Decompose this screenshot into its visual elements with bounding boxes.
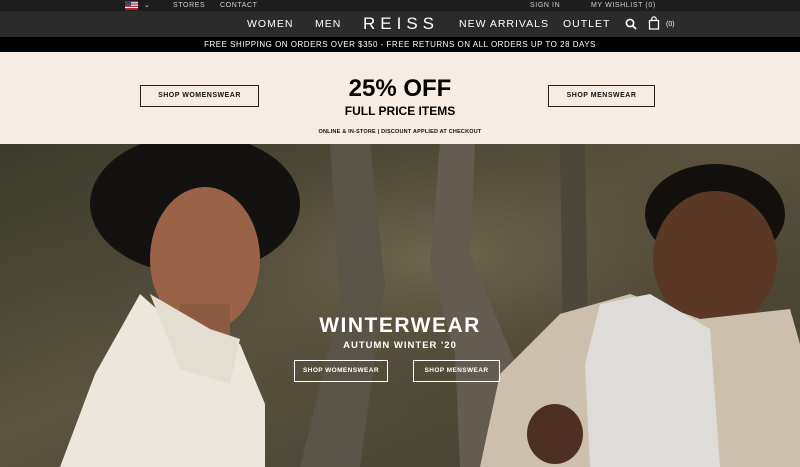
wishlist-link[interactable]: MY WISHLIST (0): [591, 1, 656, 10]
hero-shop-womenswear-button[interactable]: SHOP WOMENSWEAR: [294, 360, 388, 382]
reiss-logo[interactable]: REISS: [363, 14, 439, 34]
promo-subheadline: FULL PRICE ITEMS: [344, 104, 456, 118]
main-nav: WOMEN MEN REISS NEW ARRIVALS OUTLET (0): [0, 11, 800, 37]
nav-women[interactable]: WOMEN: [247, 18, 293, 30]
shipping-banner: FREE SHIPPING ON ORDERS OVER $350 - FREE…: [0, 37, 800, 52]
stores-link[interactable]: STORES: [173, 1, 205, 10]
nav-men[interactable]: MEN: [315, 18, 341, 30]
hero-banner[interactable]: WINTERWEAR AUTUMN WINTER '20 SHOP WOMENS…: [0, 144, 800, 467]
us-flag-icon[interactable]: [125, 1, 138, 10]
hero-subtitle: AUTUMN WINTER '20: [343, 340, 457, 351]
hero-title: WINTERWEAR: [319, 314, 481, 337]
nav-outlet[interactable]: OUTLET: [563, 18, 610, 30]
shopping-bag-icon[interactable]: [648, 16, 660, 30]
bag-count[interactable]: (0): [666, 20, 675, 29]
search-icon[interactable]: [625, 18, 637, 30]
nav-new-arrivals[interactable]: NEW ARRIVALS: [459, 18, 549, 30]
promo-banner: SHOP WOMENSWEAR 25% OFF FULL PRICE ITEMS…: [0, 52, 800, 144]
promo-shop-menswear-button[interactable]: SHOP MENSWEAR: [548, 85, 655, 107]
promo-note: ONLINE & IN-STORE | DISCOUNT APPLIED AT …: [318, 129, 482, 135]
sign-in-link[interactable]: SIGN IN: [530, 1, 560, 10]
utility-bar: ⌄ STORES CONTACT SIGN IN MY WISHLIST (0): [0, 0, 800, 11]
contact-link[interactable]: CONTACT: [220, 1, 258, 10]
hero-image: [0, 144, 800, 467]
promo-headline: 25% OFF: [348, 75, 452, 102]
hero-shop-menswear-button[interactable]: SHOP MENSWEAR: [413, 360, 500, 382]
chevron-down-icon[interactable]: ⌄: [144, 1, 150, 10]
